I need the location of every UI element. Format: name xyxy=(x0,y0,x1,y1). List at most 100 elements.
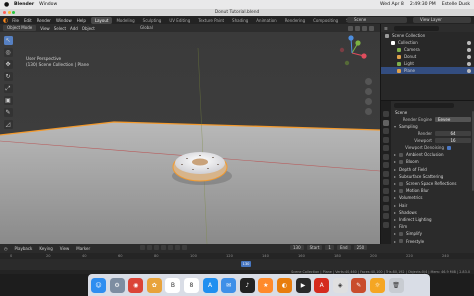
properties-search-input[interactable] xyxy=(394,102,454,108)
trash-icon[interactable]: 🗑 xyxy=(388,277,404,293)
rotate-icon[interactable]: ↻ xyxy=(3,72,13,81)
scale-icon[interactable]: ⤢ xyxy=(3,84,13,93)
minimize-window-button[interactable] xyxy=(7,11,11,14)
scene-selector[interactable]: Scene xyxy=(347,17,407,23)
jump-end-icon[interactable] xyxy=(182,245,187,250)
mail-icon[interactable]: ✉ xyxy=(221,277,237,293)
wireframe-icon[interactable] xyxy=(348,25,353,31)
cursor-icon[interactable]: ◎ xyxy=(3,48,13,57)
start-frame-field[interactable]: 1 xyxy=(325,245,334,250)
object-tab-icon[interactable] xyxy=(383,162,389,168)
mode-dropdown[interactable]: Object Mode xyxy=(3,25,37,31)
finder-icon[interactable]: ☺ xyxy=(91,277,106,293)
star-icon[interactable]: ★ xyxy=(258,277,274,293)
user-name[interactable]: Estelle Dusk xyxy=(442,2,470,7)
object-menu[interactable]: Object xyxy=(82,26,95,31)
modifier-tab-icon[interactable] xyxy=(383,170,389,177)
sampling-section-header[interactable]: ▾ Sampling xyxy=(391,123,474,130)
app-menu[interactable]: Blender xyxy=(14,2,34,7)
play-reverse-icon[interactable] xyxy=(161,245,166,250)
section-enable-checkbox[interactable] xyxy=(399,239,403,244)
tab-layout[interactable]: Layout xyxy=(90,16,113,24)
tab-shading[interactable]: Shading xyxy=(228,17,252,24)
jump-start-icon[interactable] xyxy=(147,245,152,250)
view-menu[interactable]: View xyxy=(40,26,50,31)
zoom-window-button[interactable] xyxy=(12,11,15,14)
viewport-denoising-checkbox[interactable] xyxy=(447,145,451,150)
render-tab-icon[interactable] xyxy=(383,119,389,126)
next-key-icon[interactable] xyxy=(175,245,180,250)
annotate-icon[interactable]: ✎ xyxy=(3,108,13,117)
navigation-gizmo[interactable] xyxy=(334,35,370,71)
close-window-button[interactable] xyxy=(3,11,6,14)
section-volumetrics[interactable]: ▸ Volumetrics xyxy=(391,194,474,201)
world-tab-icon[interactable] xyxy=(383,153,389,160)
music-icon[interactable]: ♪ xyxy=(239,277,255,293)
outliner-item-donut[interactable]: Donut xyxy=(381,53,474,60)
section-motion-blur[interactable]: ▸ Motion Blur xyxy=(391,187,474,194)
view-layer-tab-icon[interactable] xyxy=(383,136,389,143)
end-frame-field[interactable]: 250 xyxy=(353,245,368,250)
apple-menu-icon[interactable]: ● xyxy=(4,1,10,8)
window-menu-blender[interactable]: Window xyxy=(56,18,72,23)
file-menu[interactable]: File xyxy=(12,18,19,23)
record-icon[interactable] xyxy=(140,245,145,250)
outliner-item-scene-collection[interactable]: Scene Collection xyxy=(381,32,474,39)
section-enable-checkbox[interactable] xyxy=(399,231,403,236)
tool-tab-icon[interactable] xyxy=(383,111,389,117)
select-menu[interactable]: Select xyxy=(54,26,66,31)
particles-tab-icon[interactable] xyxy=(383,179,389,185)
visibility-eye-icon[interactable] xyxy=(467,40,471,45)
section-depth-of-field[interactable]: ▸ Depth of Field xyxy=(391,166,474,173)
section-simplify[interactable]: ▸ Simplify xyxy=(391,230,474,237)
section-shadows[interactable]: ▸ Shadows xyxy=(391,209,474,216)
viewport-samples-field[interactable]: 16 xyxy=(435,138,471,144)
window-menu[interactable]: Window xyxy=(39,2,57,7)
solid-icon[interactable] xyxy=(355,25,360,31)
section-ambient-occlusion[interactable]: ▸ Ambient Occlusion xyxy=(391,151,474,158)
browser-icon[interactable]: ☼ xyxy=(369,277,385,293)
constraints-tab-icon[interactable] xyxy=(383,196,389,202)
blender-icon[interactable]: ◐ xyxy=(276,277,292,293)
section-screen-space-reflections[interactable]: ▸ Screen Space Reflections xyxy=(391,180,474,187)
outliner-item-collection[interactable]: Collection xyxy=(381,39,474,46)
tab-compositing[interactable]: Compositing xyxy=(309,17,342,24)
calendar-icon[interactable]: 8 xyxy=(183,277,199,293)
tab-animation[interactable]: Animation xyxy=(252,17,280,24)
material-icon[interactable] xyxy=(362,25,367,31)
document-icon[interactable]: B xyxy=(165,277,181,293)
view-layer-selector[interactable]: View Layer xyxy=(413,17,471,23)
section-enable-checkbox[interactable] xyxy=(399,152,403,157)
prev-key-icon[interactable] xyxy=(154,245,159,250)
section-bloom[interactable]: ▸ Bloom xyxy=(391,158,474,165)
measure-icon[interactable]: ◿ xyxy=(3,120,13,129)
photos-icon[interactable]: ✿ xyxy=(146,277,162,293)
transform-icon[interactable]: ▣ xyxy=(3,96,13,105)
tab-rendering[interactable]: Rendering xyxy=(281,17,309,24)
render-samples-field[interactable]: 64 xyxy=(435,131,471,137)
data-tab-icon[interactable] xyxy=(383,204,389,211)
tab-sculpting[interactable]: Sculpting xyxy=(139,17,166,24)
tab-uv-editing[interactable]: UV Editing xyxy=(165,17,194,24)
render-preview-icon[interactable] xyxy=(369,25,374,31)
section-enable-checkbox[interactable] xyxy=(399,188,403,193)
play-icon[interactable] xyxy=(168,245,173,250)
outliner-item-plane[interactable]: Plane xyxy=(381,67,474,74)
timeline-ruler[interactable]: 0 20 40 60 80 100 120 140 160 180 200 220 240 130 xyxy=(0,253,474,267)
tab-modeling[interactable]: Modeling xyxy=(112,17,138,24)
outliner-search-input[interactable] xyxy=(393,25,439,31)
current-frame-field[interactable]: 130 xyxy=(290,245,304,250)
texture-tab-icon[interactable] xyxy=(383,221,389,228)
visibility-eye-icon[interactable] xyxy=(467,68,471,73)
outliner-item-camera[interactable]: Camera xyxy=(381,46,474,53)
pdf-icon[interactable]: A xyxy=(314,277,330,293)
move-icon[interactable]: ✥ xyxy=(3,60,13,69)
visibility-eye-icon[interactable] xyxy=(467,47,471,52)
orientation-dropdown[interactable]: Global xyxy=(140,25,153,30)
timeline-editor-icon[interactable]: ◷ xyxy=(4,246,8,251)
playhead-indicator[interactable]: 130 xyxy=(241,261,251,267)
camera-view-icon[interactable] xyxy=(365,98,372,105)
section-subsurface-scattering[interactable]: ▸ Subsurface Scattering xyxy=(391,173,474,180)
section-indirect-lighting[interactable]: ▸ Indirect Lighting xyxy=(391,216,474,223)
pan-icon[interactable] xyxy=(365,88,372,95)
